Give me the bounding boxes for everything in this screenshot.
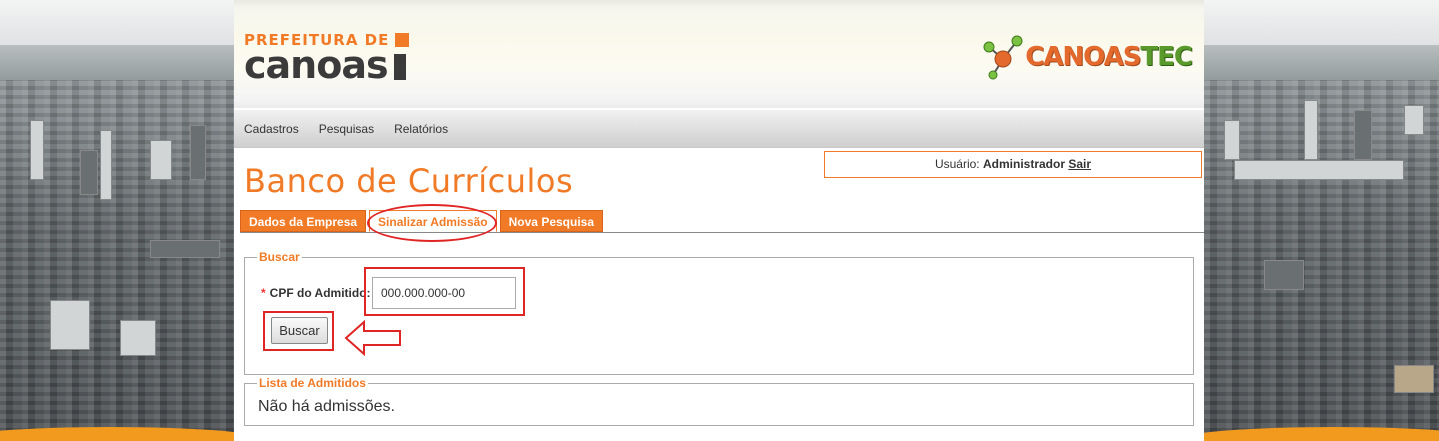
main-page: PREFEITURA DE canoas CANOASTEC Cadastros… [234, 0, 1204, 441]
prefeitura-canoas-logo: PREFEITURA DE canoas [244, 32, 410, 84]
canoastec-logo: CANOASTEC [981, 33, 1193, 81]
molecule-icon [983, 35, 1023, 80]
highlight-box-cpf [364, 267, 525, 316]
admitted-list-legend: Lista de Admitidos [259, 376, 366, 390]
menu-item-cadastros[interactable]: Cadastros [244, 122, 299, 136]
cpf-label: * CPF do Admitido: [261, 286, 371, 300]
user-name: Administrador [982, 157, 1065, 171]
empty-list-message: Não há admissões. [258, 398, 395, 415]
logout-link[interactable]: Sair [1068, 157, 1091, 171]
tab-dados-da-empresa[interactable]: Dados da Empresa [240, 210, 367, 232]
tab-bar: Dados da Empresa Sinalizar Admissão Nova… [240, 210, 606, 232]
highlight-box-button [263, 311, 334, 351]
tab-sinalizar-admissao[interactable]: Sinalizar Admissão [369, 210, 497, 232]
required-mark: * [261, 286, 266, 300]
page-title: Banco de Currículos [244, 162, 574, 200]
tabs-divider [240, 232, 1204, 233]
menu-item-pesquisas[interactable]: Pesquisas [319, 122, 374, 136]
background-city-left [0, 0, 234, 441]
user-prefix: Usuário: [934, 157, 980, 171]
menu-bar: Cadastros Pesquisas Relatórios [234, 110, 1204, 148]
header: PREFEITURA DE canoas CANOASTEC [234, 0, 1204, 108]
background-city-right [1204, 0, 1439, 441]
search-legend: Buscar [259, 250, 300, 264]
menu-item-relatorios[interactable]: Relatórios [394, 122, 448, 136]
user-info-box: Usuário: Administrador Sair [824, 151, 1202, 178]
tab-nova-pesquisa[interactable]: Nova Pesquisa [499, 210, 604, 232]
pointer-arrow-icon [344, 320, 401, 356]
